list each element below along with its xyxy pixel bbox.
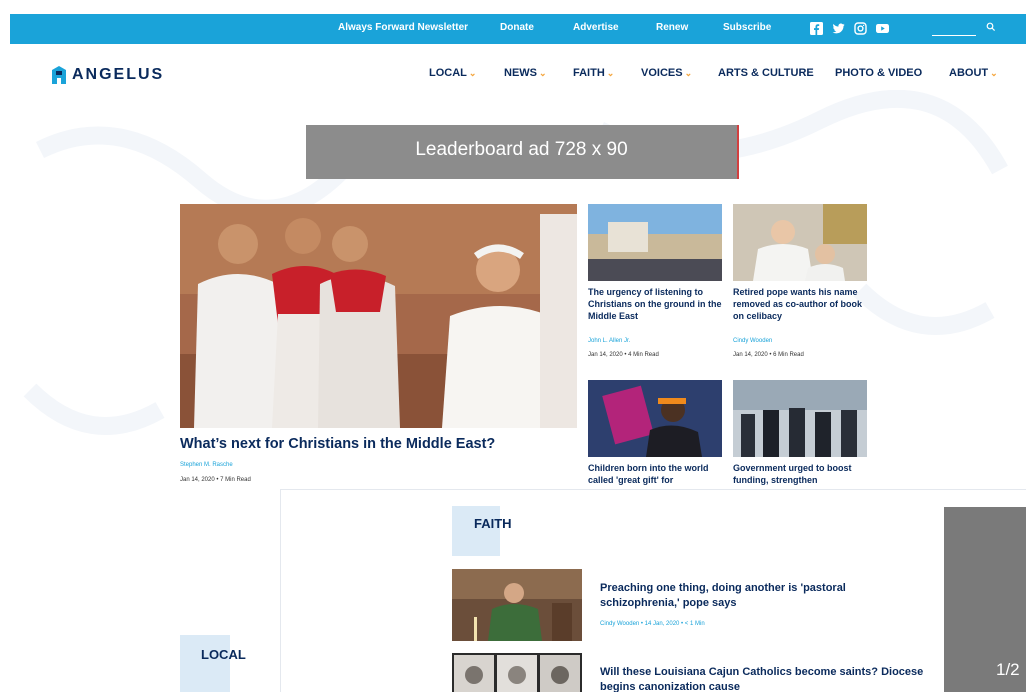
newsletter-link[interactable]: Always Forward Newsletter: [338, 22, 468, 33]
card-author[interactable]: Cindy Wooden: [733, 338, 772, 344]
card-image[interactable]: [733, 380, 867, 457]
top-utility-bar: Always Forward Newsletter Donate Adverti…: [10, 14, 1026, 44]
local-section-title[interactable]: LOCAL: [201, 647, 246, 662]
faith-article-headline[interactable]: Will these Louisiana Cajun Catholics bec…: [600, 665, 930, 692]
nav-faith[interactable]: FAITH ⌄: [573, 67, 614, 79]
card-headline[interactable]: Government urged to boost funding, stren…: [733, 462, 873, 486]
search-icon[interactable]: [986, 22, 996, 32]
brand-name: ANGELUS: [72, 66, 165, 83]
renew-link[interactable]: Renew: [656, 22, 688, 33]
facebook-icon[interactable]: [810, 22, 823, 35]
faith-article-image[interactable]: [452, 569, 582, 641]
card-image[interactable]: [733, 204, 867, 281]
nav-local[interactable]: LOCAL ⌄: [429, 67, 476, 79]
subscribe-link[interactable]: Subscribe: [723, 22, 771, 33]
hero-meta: Jan 14, 2020 • 7 Min Read: [180, 477, 251, 483]
faith-article-headline[interactable]: Preaching one thing, doing another is 'p…: [600, 581, 900, 611]
nav-arts-culture[interactable]: ARTS & CULTURE: [718, 67, 814, 79]
caret-down-icon: ⌄: [990, 68, 998, 78]
card-headline[interactable]: Retired pope wants his name removed as c…: [733, 286, 873, 322]
twitter-icon[interactable]: [832, 22, 845, 35]
pagination-indicator: 1/2: [996, 660, 1020, 679]
card-headline[interactable]: Children born into the world called 'gre…: [588, 462, 728, 486]
caret-down-icon: ⌄: [606, 68, 615, 78]
card-headline[interactable]: The urgency of listening to Christians o…: [588, 286, 728, 322]
hero-image[interactable]: [180, 204, 577, 428]
faith-section-title[interactable]: FAITH: [474, 516, 512, 531]
nav-news[interactable]: NEWS ⌄: [504, 67, 547, 79]
faith-section-box: [452, 506, 500, 556]
card-meta: Jan 14, 2020 • 6 Min Read: [733, 352, 804, 358]
faith-article-meta: Cindy Wooden • 14 Jan, 2020 • < 1 Min: [600, 621, 705, 627]
caret-down-icon: ⌄: [684, 68, 693, 78]
nav-faith-label: FAITH: [573, 67, 605, 79]
hero-headline[interactable]: What’s next for Christians in the Middle…: [180, 436, 495, 452]
card-image[interactable]: [588, 380, 722, 457]
card-image[interactable]: [588, 204, 722, 281]
faith-article-image[interactable]: [452, 653, 582, 692]
nav-voices[interactable]: VOICES ⌄: [641, 67, 692, 79]
nav-about-label: ABOUT: [949, 67, 989, 79]
search-input[interactable]: [932, 35, 976, 36]
nav-local-label: LOCAL: [429, 67, 467, 79]
nav-voices-label: VOICES: [641, 67, 683, 79]
card-meta: Jan 14, 2020 • 4 Min Read: [588, 352, 659, 358]
nav-photo-video[interactable]: PHOTO & VIDEO: [835, 67, 922, 79]
youtube-icon[interactable]: [876, 22, 889, 35]
angelus-logo-icon: [52, 66, 66, 84]
caret-down-icon: ⌄: [468, 68, 477, 78]
donate-link[interactable]: Donate: [500, 22, 534, 33]
nav-about[interactable]: ABOUT ⌄: [949, 67, 998, 79]
leaderboard-ad[interactable]: Leaderboard ad 728 x 90: [306, 125, 739, 179]
local-section-box: [180, 635, 230, 692]
nav-arts-label: ARTS & CULTURE: [718, 67, 814, 79]
caret-down-icon: ⌄: [539, 68, 547, 78]
advertise-link[interactable]: Advertise: [573, 22, 619, 33]
card-author[interactable]: John L. Allen Jr.: [588, 338, 630, 344]
nav-news-label: NEWS: [504, 67, 537, 79]
instagram-icon[interactable]: [854, 22, 867, 35]
nav-photo-label: PHOTO & VIDEO: [835, 67, 923, 79]
hero-author[interactable]: Stephen M. Rasche: [180, 462, 233, 468]
ad-label: Leaderboard ad 728 x 90: [415, 139, 628, 160]
